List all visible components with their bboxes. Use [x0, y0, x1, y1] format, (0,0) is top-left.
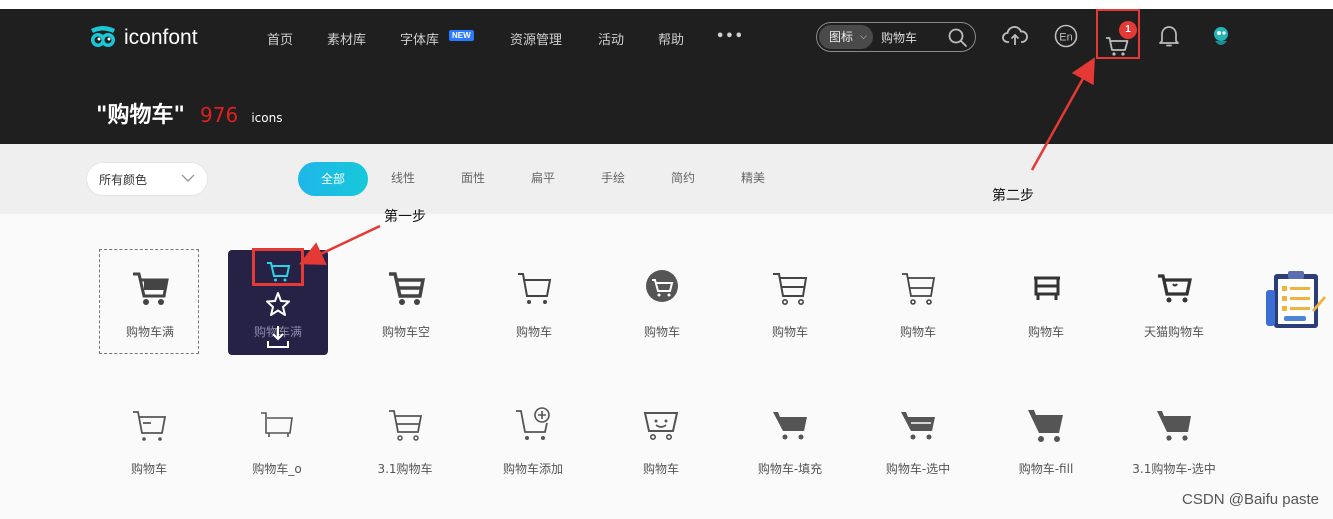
nav-more[interactable]: •••	[716, 29, 744, 44]
cart-count-badge: 1	[1119, 21, 1137, 39]
icon-card[interactable]: 购物车空	[356, 250, 456, 355]
icon-card[interactable]: 3.1购物车-选中	[1124, 387, 1224, 492]
step2-label: 第二步	[992, 188, 1034, 204]
icon-card[interactable]: 购物车	[868, 250, 968, 355]
icon-name: 购物车满	[125, 325, 174, 339]
icon-card[interactable]: 购物车-fill	[996, 387, 1096, 492]
nav-fonts-label: 字体库	[400, 33, 440, 48]
icon-card[interactable]: 购物车	[996, 250, 1096, 355]
app-name: iconfont	[124, 26, 198, 49]
cart-o-icon	[261, 412, 293, 437]
cart-fill-icon	[1028, 410, 1063, 442]
svg-text:En: En	[1059, 32, 1072, 44]
cart-circle-icon	[646, 270, 678, 302]
new-badge: NEW	[449, 30, 474, 41]
top-strip	[0, 0, 1333, 9]
icon-card[interactable]: 购物车	[99, 387, 199, 492]
step1-label: 第一步	[384, 209, 426, 225]
nav-help[interactable]: 帮助	[658, 29, 684, 48]
icon-card[interactable]: 3.1购物车	[355, 387, 455, 492]
cart-outline-icon	[518, 273, 552, 304]
icon-name: 购物车空	[381, 325, 430, 339]
icon-name: 天猫购物车	[1143, 325, 1204, 339]
icon-name: 购物车	[642, 462, 679, 476]
logo[interactable]: iconfont	[88, 25, 198, 51]
icon-card[interactable]: 购物车	[740, 250, 840, 355]
search-box: 图标 ⌵	[816, 22, 976, 52]
cart-outline-icon	[902, 273, 936, 305]
search-input[interactable]	[879, 26, 953, 48]
cart-smile-icon	[643, 412, 679, 440]
download-icon[interactable]	[263, 322, 293, 352]
nav-fonts[interactable]: 字体库 NEW	[400, 29, 474, 48]
cart-empty-icon	[389, 272, 426, 305]
checklist-illustration	[1266, 271, 1326, 328]
nav-activities[interactable]: 活动	[598, 29, 624, 48]
bell-icon[interactable]	[1156, 23, 1182, 49]
search-type-select[interactable]: 图标 ⌵	[819, 25, 873, 49]
tab-flat[interactable]: 扁平	[531, 169, 555, 186]
icon-card[interactable]: 购物车_o	[227, 387, 327, 492]
icon-card[interactable]: 购物车	[612, 250, 712, 355]
icon-card[interactable]: 购物车	[484, 250, 584, 355]
icon-card[interactable]: 购物车满	[99, 249, 199, 354]
cart-outline-icon	[389, 410, 423, 441]
tab-linear[interactable]: 线性	[391, 169, 415, 186]
cart-outline-icon	[133, 411, 167, 441]
cart-add-icon	[516, 407, 550, 440]
cart-selected-icon	[1157, 411, 1191, 441]
icon-name: 购物车	[771, 325, 808, 339]
english-icon[interactable]: En	[1053, 23, 1079, 49]
icon-name: 购物车	[899, 325, 936, 339]
icon-card[interactable]: 购物车-选中	[868, 387, 968, 492]
tab-all[interactable]: 全部	[298, 162, 368, 196]
icon-name: 3.1购物车	[377, 462, 433, 476]
chevron-down-icon: ⌵	[860, 32, 867, 42]
result-query: "购物车"	[96, 103, 185, 128]
color-filter-select[interactable]: 所有颜色	[87, 163, 207, 195]
icon-name: 购物车-fill	[1018, 462, 1074, 476]
avatar[interactable]	[1208, 23, 1234, 49]
result-count: 976	[200, 103, 239, 127]
cart-box-icon	[1034, 276, 1060, 300]
icon-name: 购物车	[1027, 325, 1064, 339]
tab-handdrawn[interactable]: 手绘	[601, 169, 625, 186]
icon-name: 购物车添加	[502, 462, 563, 476]
icon-name: 购物车-选中	[885, 462, 951, 476]
header-cart-button[interactable]: 1	[1096, 9, 1140, 59]
search-type-label: 图标	[829, 30, 854, 44]
icon-name: 购物车	[643, 325, 680, 339]
nav-materials[interactable]: 素材库	[327, 29, 366, 48]
icon-name: 购物车-填充	[757, 462, 823, 476]
icon-card[interactable]: 购物车添加	[483, 387, 583, 492]
cart-outline-icon	[773, 273, 808, 305]
tmall-cart-icon	[1158, 274, 1192, 303]
icon-card[interactable]: 天猫购物车	[1124, 250, 1224, 355]
nav-home[interactable]: 首页	[267, 29, 293, 48]
nav-resources[interactable]: 资源管理	[510, 29, 562, 48]
tab-exquisite[interactable]: 精美	[741, 169, 765, 186]
watermark: CSDN @Baifu paste	[1182, 491, 1319, 508]
icon-name: 购物车	[515, 325, 552, 339]
icon-name: 购物车	[130, 462, 167, 476]
upload-cloud-icon[interactable]	[1002, 23, 1028, 49]
step1-highlight-box	[252, 248, 304, 286]
icon-name: 3.1购物车-选中	[1132, 462, 1216, 476]
chevron-down-icon	[181, 174, 195, 182]
result-unit: icons	[251, 111, 283, 125]
iconfont-logo-icon	[91, 26, 115, 47]
star-icon[interactable]	[263, 289, 293, 319]
icon-name: 购物车_o	[252, 462, 302, 476]
site-header: iconfont 首页 素材库 字体库 NEW 资源管理 活动 帮助 ••• 图…	[0, 9, 1333, 144]
search-icon[interactable]	[947, 27, 969, 49]
cart-selected-icon	[901, 412, 935, 440]
cart-full-icon	[133, 272, 169, 305]
icon-card[interactable]: 购物车-填充	[740, 387, 840, 492]
icon-card[interactable]: 购物车	[611, 387, 711, 492]
cart-filled-icon	[773, 412, 807, 440]
tab-simple[interactable]: 简约	[671, 169, 695, 186]
color-filter-label: 所有颜色	[99, 173, 148, 187]
result-title: "购物车" 976 icons	[96, 97, 282, 129]
tab-solid[interactable]: 面性	[461, 169, 485, 186]
